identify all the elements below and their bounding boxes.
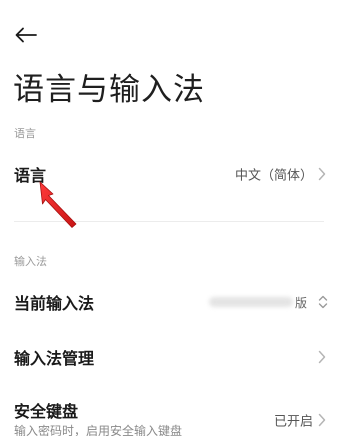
current-input-method-value: 版 (208, 295, 307, 310)
secure-keyboard-status: 已开启 (273, 414, 313, 430)
language-input-settings-page: 语言与输入法 语言 语言 中文（简体） 输入法 当前输入法 版 输入法管理 安全… (0, 0, 343, 436)
secure-keyboard-label: 安全键盘 (14, 402, 79, 421)
section-divider (14, 221, 324, 222)
language-row[interactable]: 语言 中文（简体） (0, 152, 343, 196)
current-input-method-label: 当前输入法 (14, 294, 95, 313)
back-button[interactable] (12, 22, 40, 48)
current-input-method-value-char: 版 (294, 295, 307, 310)
secure-keyboard-sublabel: 输入密码时，启用安全输入键盘 (14, 424, 183, 436)
up-down-chevron-icon (318, 295, 328, 309)
secure-keyboard-row[interactable]: 安全键盘 输入密码时，启用安全输入键盘 已开启 (0, 392, 343, 436)
chevron-right-icon (318, 350, 326, 364)
input-method-management-label: 输入法管理 (14, 349, 95, 368)
input-method-management-row[interactable]: 输入法管理 (0, 335, 343, 379)
page-title: 语言与输入法 (13, 72, 205, 108)
chevron-right-icon (318, 413, 326, 427)
section-header-language: 语言 (14, 127, 36, 140)
language-row-label: 语言 (14, 166, 47, 185)
language-row-value: 中文（简体） (234, 168, 313, 184)
arrow-left-icon (15, 27, 37, 43)
section-header-input-method: 输入法 (14, 255, 47, 268)
blurred-text (208, 297, 293, 307)
current-input-method-row[interactable]: 当前输入法 版 (0, 280, 343, 324)
chevron-right-icon (318, 167, 326, 181)
